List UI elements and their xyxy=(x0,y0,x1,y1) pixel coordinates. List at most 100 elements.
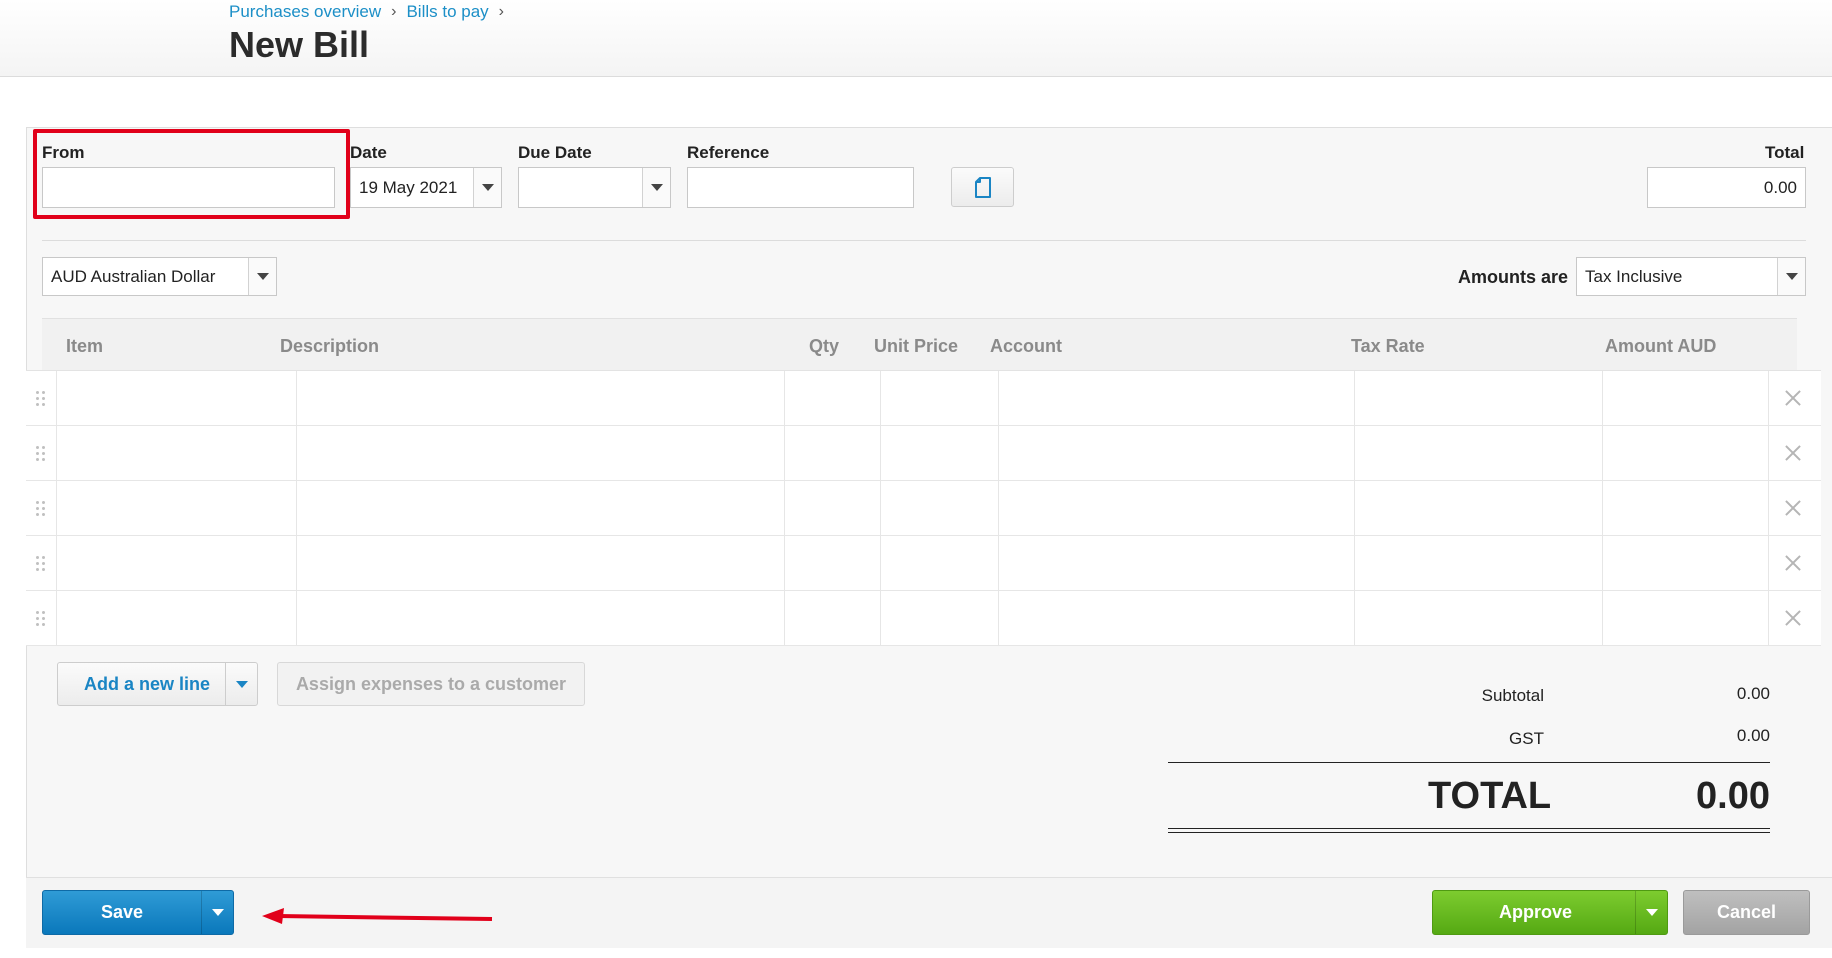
column-divider xyxy=(56,371,57,425)
breadcrumb: Purchases overview › Bills to pay › xyxy=(229,2,514,22)
column-divider xyxy=(784,591,785,645)
date-dropdown-button[interactable] xyxy=(473,168,501,207)
currency-value: AUD Australian Dollar xyxy=(51,267,216,286)
column-divider xyxy=(1354,426,1355,480)
column-divider xyxy=(998,371,999,425)
column-amount: Amount AUD xyxy=(1605,336,1717,356)
approve-button[interactable]: Approve xyxy=(1432,890,1668,935)
breadcrumb-bills-to-pay[interactable]: Bills to pay xyxy=(406,2,488,22)
currency-dropdown-button[interactable] xyxy=(248,258,276,295)
amounts-are-label: Amounts are xyxy=(1458,267,1569,287)
column-divider xyxy=(880,426,881,480)
chevron-down-icon xyxy=(235,680,248,688)
column-divider xyxy=(1354,371,1355,425)
chevron-down-icon xyxy=(256,273,269,280)
breadcrumb-purchases-overview[interactable]: Purchases overview xyxy=(229,2,381,22)
column-divider xyxy=(784,481,785,535)
reference-input[interactable] xyxy=(687,167,914,208)
table-row[interactable] xyxy=(26,536,1821,591)
column-divider xyxy=(56,536,57,590)
from-label: From xyxy=(42,143,85,162)
column-tax-rate: Tax Rate xyxy=(1351,336,1425,356)
approve-label: Approve xyxy=(1499,902,1573,922)
chevron-down-icon xyxy=(481,184,494,191)
column-divider xyxy=(784,371,785,425)
column-item: Item xyxy=(66,336,104,356)
column-divider xyxy=(998,591,999,645)
from-input[interactable] xyxy=(42,167,335,208)
gst-value: 0.00 xyxy=(1736,726,1770,745)
save-button[interactable]: Save xyxy=(42,890,234,935)
delete-row-icon[interactable] xyxy=(1782,497,1804,519)
page-header: Purchases overview › Bills to pay › New … xyxy=(0,0,1832,77)
column-divider xyxy=(1602,426,1603,480)
date-label: Date xyxy=(350,143,387,162)
date-field[interactable]: 19 May 2021 xyxy=(350,167,502,208)
column-divider xyxy=(1768,536,1769,590)
save-dropdown-button[interactable] xyxy=(201,891,233,934)
breadcrumb-separator: › xyxy=(391,3,397,20)
delete-row-icon[interactable] xyxy=(1782,607,1804,629)
table-row[interactable] xyxy=(26,371,1821,426)
column-divider xyxy=(296,371,297,425)
amounts-are-select[interactable]: Tax Inclusive xyxy=(1576,257,1806,296)
table-row[interactable] xyxy=(26,481,1821,536)
totals-double-rule-bottom xyxy=(1168,832,1770,833)
totals-double-rule-top xyxy=(1168,828,1770,829)
due-date-label: Due Date xyxy=(518,143,592,162)
assign-expenses-button[interactable]: Assign expenses to a customer xyxy=(277,662,585,706)
total-label: Total xyxy=(1765,143,1805,162)
page-title: New Bill xyxy=(229,24,370,65)
drag-handle-icon[interactable] xyxy=(36,556,46,572)
date-value: 19 May 2021 xyxy=(359,178,458,197)
chevron-down-icon xyxy=(1645,909,1658,916)
column-divider xyxy=(1354,481,1355,535)
add-new-line-button[interactable]: Add a new line xyxy=(57,662,258,706)
amounts-are-dropdown-button[interactable] xyxy=(1777,258,1805,295)
column-divider xyxy=(56,591,57,645)
drag-handle-icon[interactable] xyxy=(36,446,46,462)
table-row[interactable] xyxy=(26,591,1821,646)
totals-divider xyxy=(1168,762,1770,763)
grand-total-value: 0.00 xyxy=(1696,775,1770,817)
delete-row-icon[interactable] xyxy=(1782,552,1804,574)
cancel-button[interactable]: Cancel xyxy=(1683,890,1810,935)
save-label: Save xyxy=(101,902,144,922)
add-line-dropdown-button[interactable] xyxy=(225,663,257,705)
document-icon xyxy=(974,176,991,198)
column-divider xyxy=(1354,591,1355,645)
column-divider xyxy=(1768,591,1769,645)
table-row[interactable] xyxy=(26,426,1821,481)
attach-document-button[interactable] xyxy=(951,167,1014,207)
due-date-dropdown-button[interactable] xyxy=(642,168,670,207)
drag-handle-icon[interactable] xyxy=(36,391,46,407)
column-description: Description xyxy=(280,336,380,356)
column-divider xyxy=(880,371,881,425)
breadcrumb-separator: › xyxy=(498,3,504,20)
delete-row-icon[interactable] xyxy=(1782,442,1804,464)
column-divider xyxy=(1768,481,1769,535)
chevron-down-icon xyxy=(650,184,663,191)
column-divider xyxy=(1354,536,1355,590)
column-divider xyxy=(296,591,297,645)
currency-select[interactable]: AUD Australian Dollar xyxy=(42,257,277,296)
drag-handle-icon[interactable] xyxy=(36,501,46,517)
column-divider xyxy=(784,536,785,590)
gst-label: GST xyxy=(1509,729,1544,748)
amounts-are-value: Tax Inclusive xyxy=(1585,267,1683,286)
section-divider xyxy=(42,240,1806,241)
approve-dropdown-button[interactable] xyxy=(1635,891,1667,934)
column-divider xyxy=(1602,371,1603,425)
column-divider xyxy=(296,481,297,535)
total-input[interactable] xyxy=(1647,167,1806,208)
column-qty: Qty xyxy=(809,336,840,356)
chevron-down-icon xyxy=(211,909,224,916)
due-date-field[interactable] xyxy=(518,167,671,208)
column-account: Account xyxy=(990,336,1062,356)
column-divider xyxy=(296,426,297,480)
delete-row-icon[interactable] xyxy=(1782,387,1804,409)
column-divider xyxy=(998,536,999,590)
drag-handle-icon[interactable] xyxy=(36,611,46,627)
line-items-grid xyxy=(26,370,1821,646)
column-divider xyxy=(56,426,57,480)
